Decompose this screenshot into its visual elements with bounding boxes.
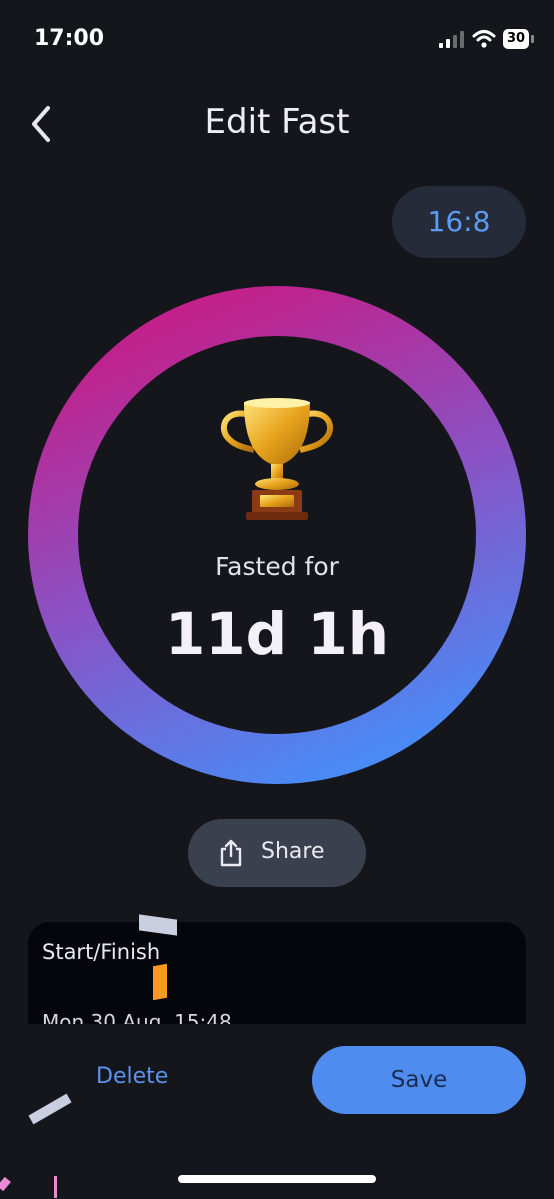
- wifi-icon: [472, 30, 496, 48]
- card-title: Start/Finish: [42, 940, 161, 964]
- confetti-piece: [153, 963, 167, 1001]
- trophy-icon: [220, 398, 334, 520]
- start-time-row[interactable]: Mon 30 Aug, 15:48: [42, 1010, 232, 1024]
- share-button[interactable]: Share: [188, 819, 366, 887]
- battery-icon: 30: [503, 29, 535, 49]
- status-time: 17:00: [34, 26, 105, 51]
- protocol-chip[interactable]: 16:8: [392, 186, 526, 258]
- start-finish-card: Start/Finish Mon 30 Aug, 15:48: [28, 922, 526, 1024]
- delete-button[interactable]: Delete: [96, 1064, 168, 1089]
- fast-duration: 11d 1h: [164, 600, 390, 668]
- confetti-piece: [54, 1176, 57, 1198]
- save-button[interactable]: Save: [312, 1046, 526, 1114]
- fasted-label: Fasted for: [215, 552, 339, 581]
- cellular-signal-icon: [439, 31, 464, 48]
- share-icon: [220, 839, 242, 867]
- share-label: Share: [261, 839, 325, 864]
- status-bar: 17:00 30: [0, 0, 554, 80]
- progress-ring: [28, 286, 526, 784]
- battery-level: 30: [503, 29, 529, 49]
- home-indicator: [178, 1175, 376, 1183]
- page-title: Edit Fast: [204, 102, 350, 142]
